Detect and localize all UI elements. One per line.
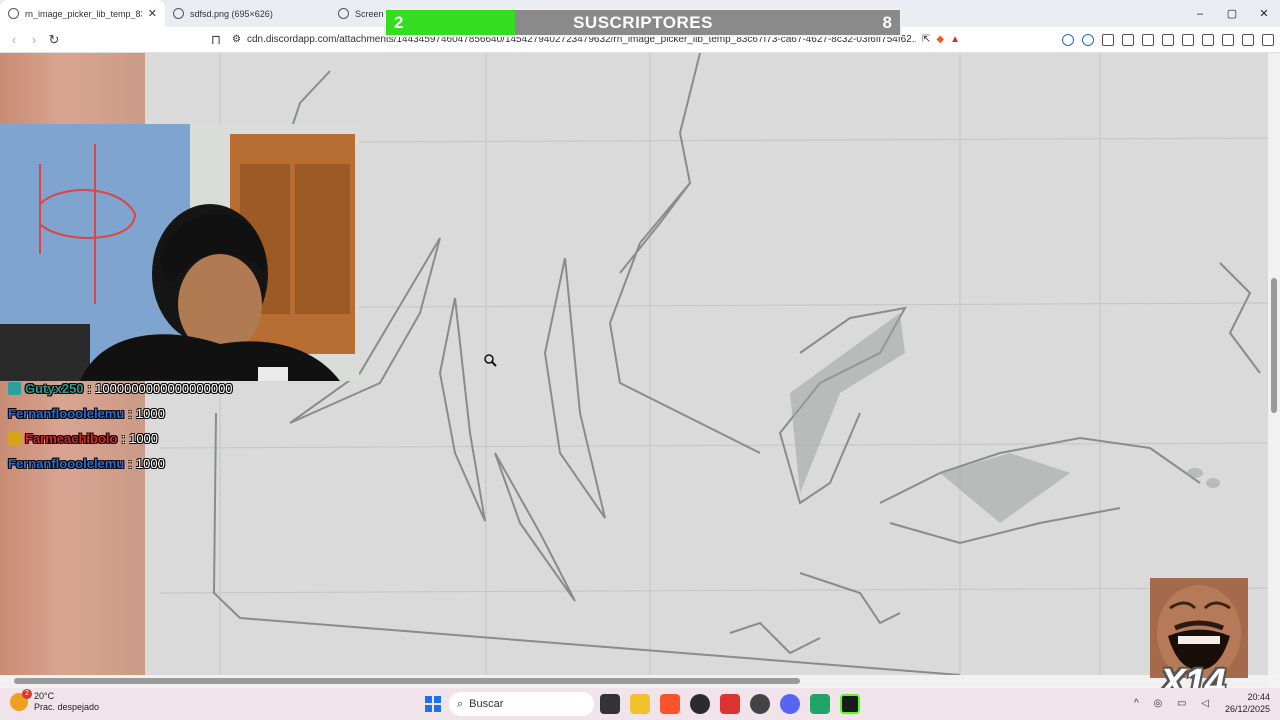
close-window-button[interactable]: ✕ xyxy=(1248,0,1280,27)
chat-message: Fernanflooolelemu : 1000 xyxy=(8,401,233,426)
weather-desc: Prac. despejado xyxy=(34,702,100,712)
system-tray: ^ ◎ ▭ ◁ 20:44 26/12/2025 xyxy=(1134,691,1270,715)
screenshot-icon[interactable] xyxy=(1142,33,1154,46)
subscriber-label: SUSCRIPTORES xyxy=(573,12,713,32)
chat-message: Fernanflooolelemu : 1000 xyxy=(8,451,233,476)
menu-icon[interactable] xyxy=(1262,33,1274,46)
close-tab-icon[interactable]: ✕ xyxy=(148,7,157,20)
weather-temp: 20°C xyxy=(34,691,55,701)
task-view-icon[interactable] xyxy=(600,694,620,714)
subscriber-goal: 8 xyxy=(882,12,892,32)
extension-icon[interactable] xyxy=(1062,33,1074,46)
search-icon: ⌕ xyxy=(457,697,464,710)
chat-username: Gutyx250 xyxy=(25,381,84,396)
tab-title: sdfsd.png (695×626) xyxy=(190,8,273,19)
leo-icon[interactable] xyxy=(1222,33,1234,46)
vpn-icon[interactable] xyxy=(1242,33,1254,46)
weather-sun-icon: 2 xyxy=(10,689,32,711)
tab-title: rn_image_picker_lib_temp_83c67 xyxy=(25,8,142,19)
windows-start-icon[interactable] xyxy=(425,696,441,712)
app-icon[interactable] xyxy=(810,694,830,714)
chat-username: Farmeachibolo xyxy=(25,431,118,446)
brave-shield-icon[interactable]: ◆ xyxy=(936,34,944,45)
globe-icon xyxy=(338,8,349,19)
brave-browser-icon[interactable] xyxy=(660,694,680,714)
kick-icon[interactable] xyxy=(840,694,860,714)
app-icon[interactable] xyxy=(750,694,770,714)
sidebar-icon[interactable] xyxy=(1182,33,1194,46)
webcam-feed xyxy=(0,124,359,381)
vertical-scrollbar[interactable] xyxy=(1268,53,1280,675)
taskbar-search[interactable]: ⌕ Buscar xyxy=(449,692,594,716)
horizontal-scrollbar[interactable] xyxy=(0,675,1268,687)
reload-icon[interactable]: ↻ xyxy=(44,32,64,48)
rewards-icon[interactable]: ▲ xyxy=(950,34,960,45)
wallet-icon[interactable] xyxy=(1202,33,1214,46)
scroll-thumb[interactable] xyxy=(1271,278,1277,413)
bookmark-icon[interactable]: ⊓ xyxy=(206,32,226,48)
search-placeholder: Buscar xyxy=(469,698,504,710)
discord-icon[interactable] xyxy=(780,694,800,714)
scroll-thumb[interactable] xyxy=(14,678,800,684)
chat-separator: : xyxy=(128,456,132,471)
tray-icons[interactable]: ^ ◎ ▭ ◁ xyxy=(1134,698,1215,709)
window-controls: – ▢ ✕ xyxy=(1184,0,1280,27)
extension-icon[interactable] xyxy=(1082,33,1094,46)
clock[interactable]: 20:44 26/12/2025 xyxy=(1225,691,1270,715)
obs-icon[interactable] xyxy=(690,694,710,714)
chat-message: Farmeachibolo : 1000 xyxy=(8,426,233,451)
tab-sdfsd[interactable]: sdfsd.png (695×626) xyxy=(165,0,330,27)
chat-overlay: Gutyx250 : 1000000000000000000 Fernanflo… xyxy=(8,376,233,476)
back-icon[interactable]: ‹ xyxy=(4,32,24,47)
chat-separator: : xyxy=(128,406,132,421)
tab-image-picker[interactable]: rn_image_picker_lib_temp_83c67 ✕ xyxy=(0,0,165,27)
share-icon[interactable]: ⇱ xyxy=(922,34,930,45)
forward-icon[interactable]: › xyxy=(24,32,44,47)
translate-icon[interactable] xyxy=(1102,33,1114,46)
chat-separator: : xyxy=(87,381,92,396)
magnifier-cursor-icon xyxy=(484,354,497,367)
webcam-image xyxy=(0,124,359,381)
taskbar: 2 20°C Prac. despejado ⌕ Buscar ^ ◎ ▭ ◁ … xyxy=(0,688,1280,720)
pinned-apps xyxy=(600,694,860,714)
puzzle-icon[interactable] xyxy=(1122,33,1134,46)
app-icon[interactable] xyxy=(720,694,740,714)
chat-badge-icon xyxy=(8,382,21,395)
chat-username: Fernanflooolelemu xyxy=(8,456,125,471)
chat-separator: : xyxy=(121,431,126,446)
globe-icon xyxy=(173,8,184,19)
maximize-button[interactable]: ▢ xyxy=(1216,0,1248,27)
weather-badge: 2 xyxy=(22,689,32,699)
subscriber-goal-bar: 2 SUSCRIPTORES 8 xyxy=(384,8,902,37)
site-info-icon[interactable]: ⚙ xyxy=(232,34,241,45)
chat-username: Fernanflooolelemu xyxy=(8,406,125,421)
music-icon[interactable] xyxy=(1162,33,1174,46)
chat-message: Gutyx250 : 1000000000000000000 xyxy=(8,376,233,401)
extensions-area xyxy=(1062,33,1274,46)
clock-date: 26/12/2025 xyxy=(1224,704,1270,714)
clock-time: 20:44 xyxy=(1247,692,1270,702)
chat-badge-icon xyxy=(8,432,21,445)
file-explorer-icon[interactable] xyxy=(630,694,650,714)
chat-amount: 1000 xyxy=(135,456,165,471)
chat-amount: 1000 xyxy=(135,406,165,421)
weather-widget[interactable]: 2 20°C Prac. despejado xyxy=(10,689,100,713)
minimize-button[interactable]: – xyxy=(1184,0,1216,27)
chat-amount: 1000000000000000000 xyxy=(95,381,233,396)
chat-amount: 1000 xyxy=(129,431,159,446)
globe-icon xyxy=(8,8,19,19)
